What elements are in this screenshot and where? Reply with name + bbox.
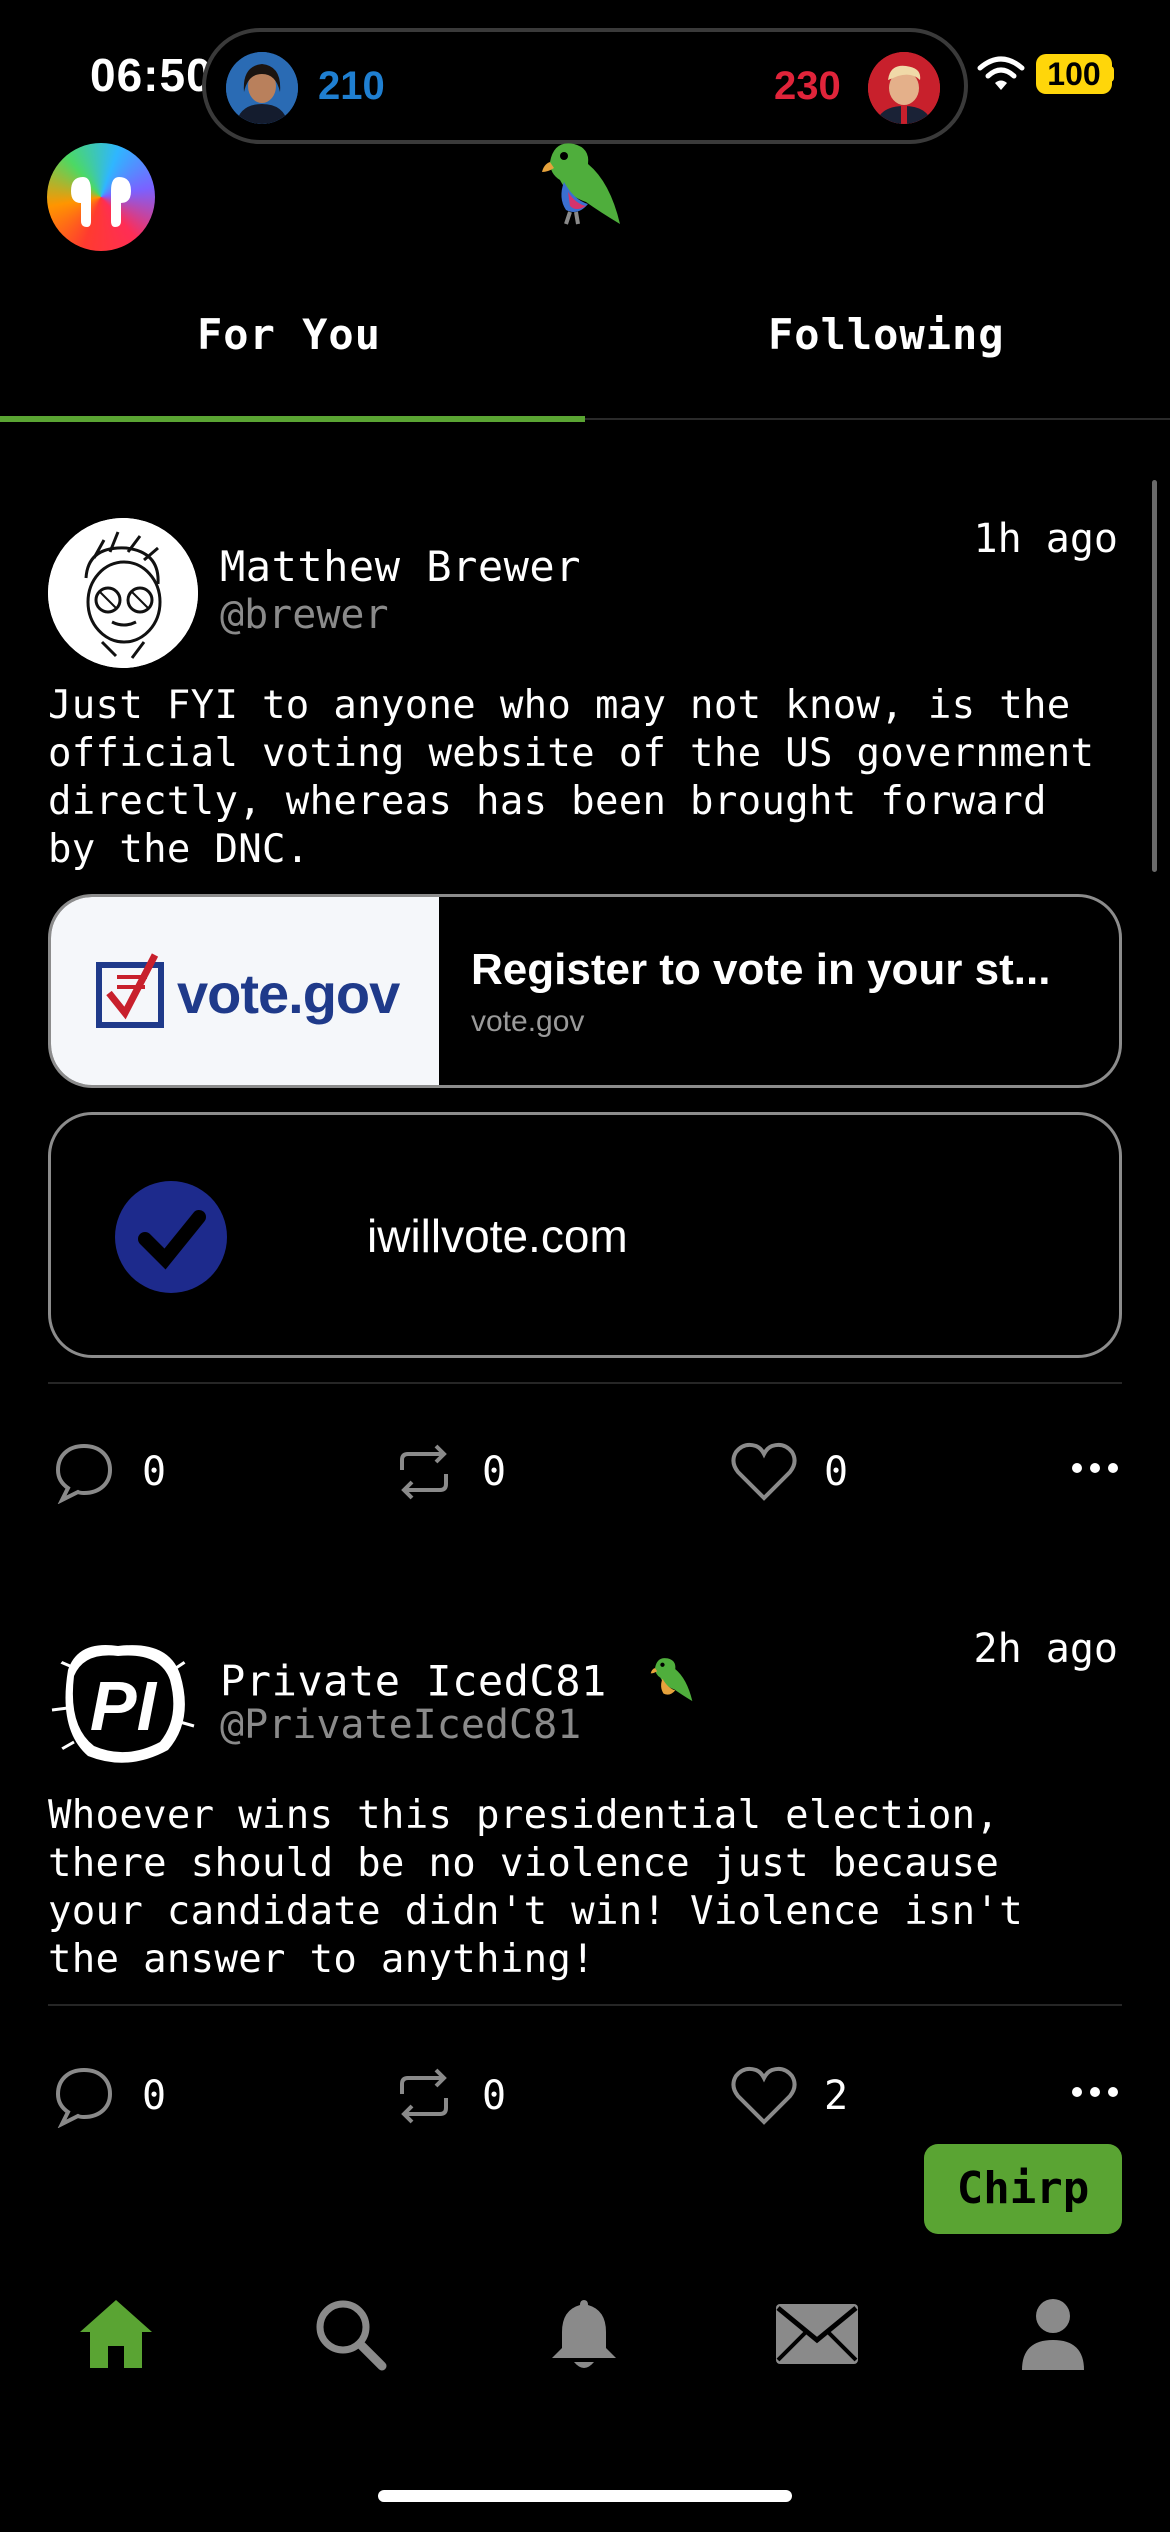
repost-count: 0 <box>482 2073 507 2119</box>
airpods-icon[interactable] <box>47 143 155 251</box>
like-count: 2 <box>824 2073 849 2119</box>
like-count: 0 <box>824 1449 849 1495</box>
wifi-icon <box>976 54 1026 98</box>
post-author-name-text: Private IcedC81 <box>220 1656 607 1706</box>
mail-icon[interactable] <box>774 2302 860 2370</box>
post-avatar[interactable] <box>48 518 198 668</box>
checkmark-icon <box>115 1181 227 1297</box>
battery-tip <box>1108 66 1114 82</box>
link-preview-thumbnail: vote.gov <box>51 897 439 1085</box>
like-button[interactable]: 0 <box>730 1440 848 1504</box>
left-vote-count: 210 <box>318 64 385 108</box>
home-indicator <box>378 2490 792 2502</box>
reply-icon <box>55 1443 113 1504</box>
link-preview-title: Register to vote in your st... <box>471 945 1051 994</box>
heart-icon <box>731 2066 797 2125</box>
post-divider <box>48 2004 1122 2006</box>
repost-button[interactable]: 0 <box>392 2064 506 2128</box>
post-text: Just FYI to anyone who may not know, is … <box>48 683 1095 872</box>
post-divider <box>48 1382 1122 1384</box>
repost-button[interactable]: 0 <box>392 1440 506 1504</box>
more-options-icon[interactable] <box>1070 2084 1120 2104</box>
heart-icon <box>731 1442 797 1501</box>
tab-following[interactable]: Following <box>768 310 1005 359</box>
like-button[interactable]: 2 <box>730 2064 848 2128</box>
repost-icon <box>400 2068 448 2124</box>
profile-icon[interactable] <box>1020 2296 1086 2376</box>
reply-icon <box>55 2067 113 2128</box>
tab-active-indicator <box>0 416 585 422</box>
link-preview-domain: vote.gov <box>471 1005 585 1038</box>
post-author-name[interactable]: Matthew Brewer <box>220 542 581 591</box>
tab-for-you[interactable]: For You <box>197 310 381 359</box>
repost-count: 0 <box>482 1449 507 1495</box>
avatar-initials: PI <box>89 1667 157 1745</box>
link-preview-card[interactable]: vote.gov Register to vote in your st... … <box>48 894 1122 1088</box>
reply-count: 0 <box>142 1449 167 1495</box>
election-tracker[interactable] <box>202 28 968 144</box>
parrot-logo-icon[interactable] <box>520 132 640 256</box>
right-candidate-avatar <box>868 52 940 124</box>
bell-icon[interactable] <box>548 2296 620 2376</box>
scrollbar[interactable] <box>1152 480 1157 872</box>
chirp-button[interactable]: Chirp <box>924 2144 1122 2234</box>
post-timestamp: 2h ago <box>973 1626 1119 1672</box>
parrot-badge-icon <box>650 1658 692 1702</box>
post-avatar[interactable]: PI <box>48 1630 198 1780</box>
search-icon[interactable] <box>312 2296 388 2376</box>
repost-icon <box>400 1444 448 1500</box>
home-icon[interactable] <box>78 2296 154 2376</box>
vote-gov-logo-text: vote.gov <box>177 962 400 1025</box>
post-text: Whoever wins this presidential election,… <box>48 1793 1023 1982</box>
battery-indicator: 100 <box>1036 54 1112 94</box>
left-candidate-avatar <box>226 52 298 124</box>
reply-button[interactable]: 0 <box>52 2064 166 2128</box>
tab-divider <box>585 418 1170 420</box>
post-timestamp: 1h ago <box>973 516 1119 562</box>
more-options-icon[interactable] <box>1070 1460 1120 1480</box>
right-vote-count: 230 <box>774 64 841 108</box>
status-time: 06:50 <box>90 49 213 101</box>
reply-button[interactable]: 0 <box>52 1440 166 1504</box>
link-preview-domain: iwillvote.com <box>367 1210 628 1262</box>
post-author-handle[interactable]: @brewer <box>220 592 389 638</box>
post-author-handle[interactable]: @PrivateIcedC81 <box>220 1702 581 1748</box>
bottom-nav <box>0 2240 1170 2532</box>
link-preview-card[interactable]: iwillvote.com <box>48 1112 1122 1358</box>
reply-count: 0 <box>142 2073 167 2119</box>
